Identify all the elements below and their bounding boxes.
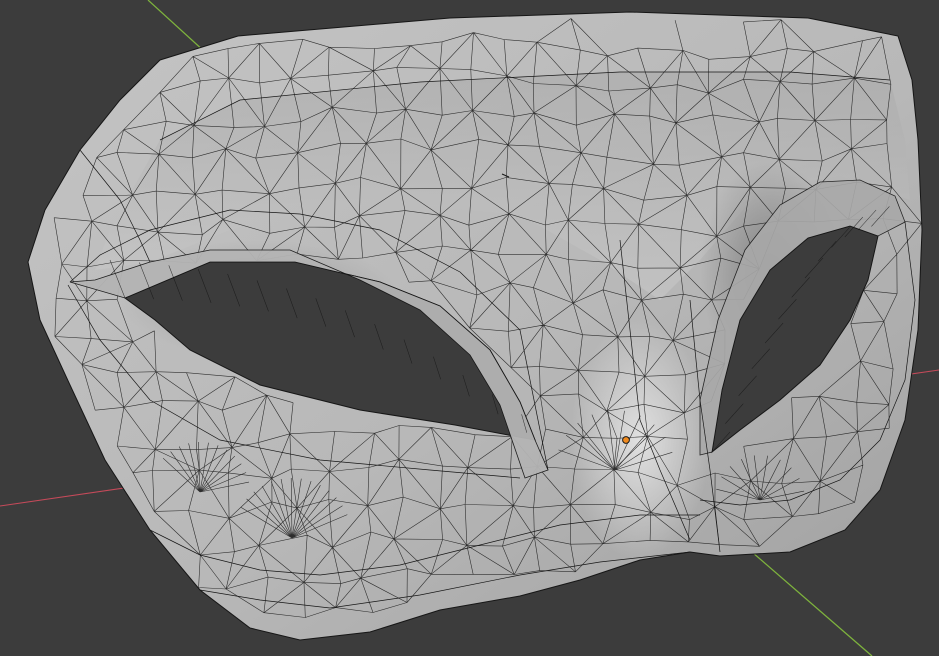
viewport-canvas[interactable]	[0, 0, 939, 656]
object-origin-dot[interactable]	[622, 436, 630, 444]
mask-mesh[interactable]	[27, 11, 923, 641]
viewport-3d[interactable]	[0, 0, 939, 656]
axis-y-line-back	[147, 0, 206, 53]
